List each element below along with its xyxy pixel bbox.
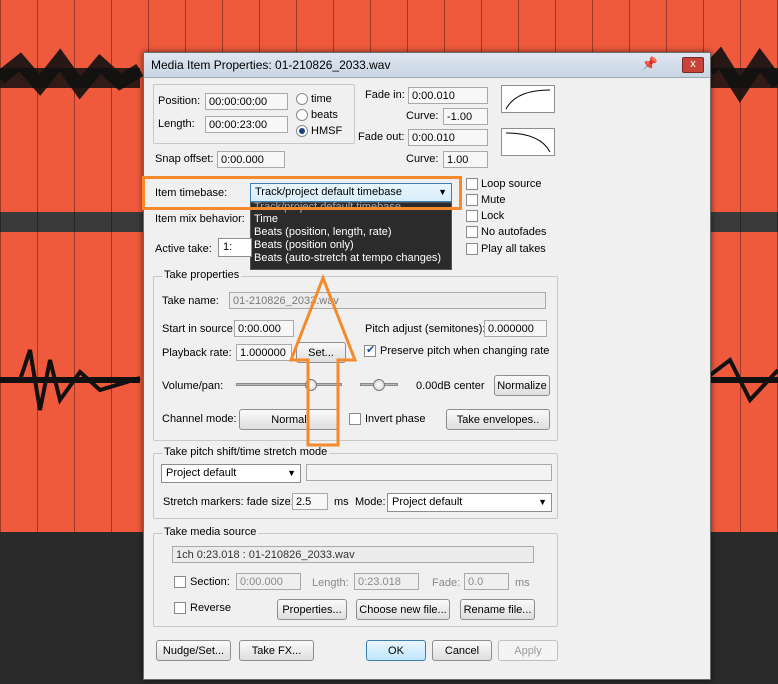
annotation-arrow-icon (288, 273, 358, 447)
